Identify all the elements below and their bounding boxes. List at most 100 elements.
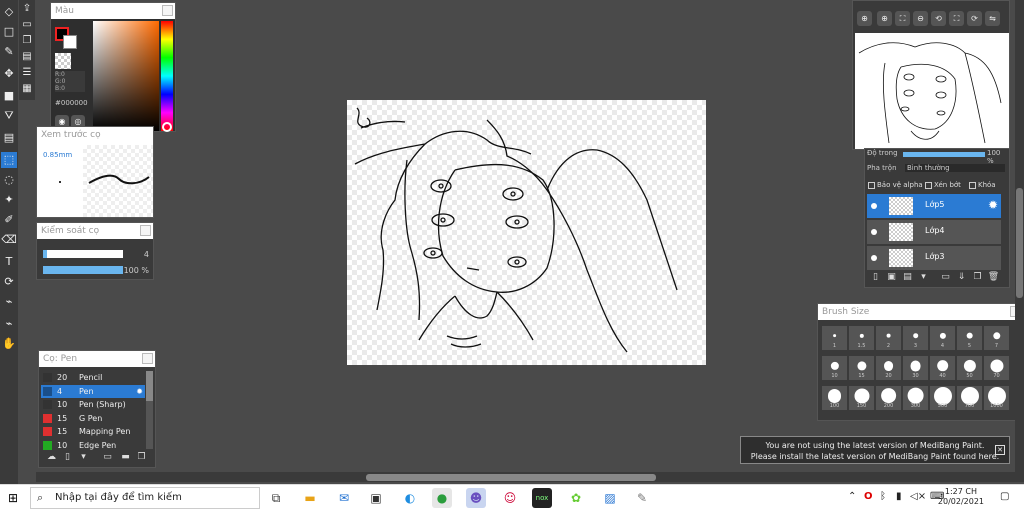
rotate-icon[interactable]: ⟲	[931, 11, 946, 26]
list-icon[interactable]: ☰	[20, 66, 34, 80]
reset-icon[interactable]: ⟳	[967, 11, 982, 26]
saturation-value-picker[interactable]	[93, 21, 159, 131]
navigator-thumbnail[interactable]	[855, 33, 1009, 149]
brush-size-option[interactable]: 2	[876, 326, 901, 350]
lasso-tool-icon[interactable]: ◌	[1, 172, 17, 188]
brush-size-slider[interactable]	[43, 250, 123, 258]
full-screen-icon[interactable]: ⛶	[949, 11, 964, 26]
tray-chevron-icon[interactable]: ⌃	[848, 491, 856, 502]
brush-duplicate-icon[interactable]: ❐	[135, 451, 148, 464]
horizontal-scroll-thumb[interactable]	[366, 474, 656, 481]
vertical-scroll-thumb[interactable]	[1016, 188, 1023, 298]
blend-mode-select[interactable]: Bình thường	[905, 164, 1005, 172]
grid-icon[interactable]: ▦	[20, 82, 34, 96]
windows-start-icon[interactable]: ⊞	[8, 491, 22, 505]
bucket-tool-icon[interactable]: ⛛	[1, 108, 17, 124]
paint-brush-app-icon[interactable]: ✎	[632, 488, 652, 508]
notice-close-icon[interactable]: ✕	[995, 445, 1005, 455]
brush-item[interactable]: 20 Pencil	[41, 371, 145, 384]
select-pen-tool-icon[interactable]: ✐	[1, 212, 17, 228]
eraser-tool-icon[interactable]: ◇	[1, 4, 17, 20]
paint-app-icon[interactable]: ✿	[566, 488, 586, 508]
zoom-in-alt-icon[interactable]: ⊕	[877, 11, 892, 26]
brush-size-option[interactable]: 200	[876, 386, 901, 410]
brush-size-option[interactable]: 10	[822, 356, 847, 380]
select-eraser-tool-icon[interactable]: ⌫	[1, 232, 17, 248]
layer-folder-icon[interactable]: ▭	[939, 271, 952, 284]
horizontal-scrollbar[interactable]	[36, 472, 1016, 482]
move-tool-icon[interactable]: ✥	[1, 66, 17, 82]
layer-item[interactable]: Lớp4	[867, 220, 1001, 244]
fill-rect-tool-icon[interactable]: ■	[1, 88, 17, 104]
layer-item[interactable]: Lớp5 ✹	[867, 194, 1001, 218]
brush-size-option[interactable]: 500	[930, 386, 955, 410]
brush-size-option[interactable]: 40	[930, 356, 955, 380]
color-panel-close-icon[interactable]	[162, 5, 173, 16]
brush-opacity-slider[interactable]	[43, 266, 123, 274]
brush-folder-open-icon[interactable]: ▬	[119, 451, 132, 464]
layer-visibility-icon[interactable]	[871, 255, 877, 261]
hue-slider[interactable]	[161, 21, 173, 131]
rectangle-tool-icon[interactable]: □	[1, 24, 17, 40]
brush-item[interactable]: 15 Mapping Pen	[41, 425, 145, 438]
vertical-scrollbar[interactable]	[1015, 0, 1024, 482]
layer-visibility-icon[interactable]	[871, 229, 877, 235]
delete-layer-icon[interactable]: 🗑	[987, 271, 1000, 284]
brush-size-option[interactable]: 700	[957, 386, 982, 410]
brush-item[interactable]: 15 G Pen	[41, 412, 145, 425]
chat-icon[interactable]: ▭	[20, 18, 34, 32]
layer-settings-icon[interactable]: ✹	[988, 198, 998, 212]
brush-item[interactable]: 10 Pen (Sharp)	[41, 398, 145, 411]
text-tool-icon[interactable]: T	[1, 254, 17, 270]
drawing-canvas[interactable]	[347, 100, 706, 365]
select-rect-tool-icon[interactable]: ⬚	[1, 152, 17, 168]
new-layer-icon[interactable]: ▯	[869, 271, 882, 284]
brush-size-option[interactable]: 100	[822, 386, 847, 410]
mail-icon[interactable]: ✉	[334, 488, 354, 508]
edge-icon[interactable]: ◐	[400, 488, 420, 508]
layer-visibility-icon[interactable]	[871, 203, 877, 209]
layer-menu-icon[interactable]: ▾	[917, 271, 930, 284]
volume-tray-icon[interactable]: ◁×	[910, 491, 926, 502]
battery-tray-icon[interactable]: ▮	[896, 491, 902, 502]
taskbar-search-input[interactable]: ⌕ Nhập tại đây để tìm kiếm	[30, 487, 260, 509]
flip-icon[interactable]: ⇋	[985, 11, 1000, 26]
store-icon[interactable]: ▣	[366, 488, 386, 508]
eyedropper-tool-icon[interactable]: ⌁	[1, 294, 17, 310]
brush-folder-icon[interactable]: ▭	[101, 451, 114, 464]
update-notice[interactable]: You are not using the latest version of …	[740, 436, 1010, 464]
medibang-app-icon[interactable]: ●	[432, 488, 452, 508]
game-app-icon[interactable]: ☺	[500, 488, 520, 508]
magic-wand-tool-icon[interactable]: ✦	[1, 192, 17, 208]
layer-duplicate-icon[interactable]: ❐	[971, 271, 984, 284]
app-avatar-icon[interactable]: ☻	[466, 488, 486, 508]
brush-size-option[interactable]: 1	[822, 326, 847, 350]
brush-size-option[interactable]: 300	[903, 386, 928, 410]
file-explorer-icon[interactable]: ▬	[300, 488, 320, 508]
photos-app-icon[interactable]: ▨	[600, 488, 620, 508]
brush-size-option[interactable]: 7	[984, 326, 1009, 350]
brush-size-option[interactable]: 50	[957, 356, 982, 380]
brush-control-close-icon[interactable]	[140, 225, 151, 236]
brush-size-option[interactable]: 3	[903, 326, 928, 350]
hand-tool-icon[interactable]: ✋	[1, 336, 17, 352]
brush-size-option[interactable]: 150	[849, 386, 874, 410]
opera-tray-icon[interactable]: O	[864, 491, 873, 502]
notification-icon[interactable]: ▢	[1000, 491, 1009, 502]
brush-size-option[interactable]: 4	[930, 326, 955, 350]
bluetooth-tray-icon[interactable]: ᛒ	[880, 491, 886, 502]
brush-list-scrollbar[interactable]	[146, 371, 153, 449]
hue-knob[interactable]	[162, 122, 172, 132]
brush-settings-icon[interactable]: ✹	[136, 385, 143, 398]
operation-tool-icon[interactable]: ⟳	[1, 274, 17, 290]
layer-item[interactable]: Lớp3	[867, 246, 1001, 270]
brush-size-option[interactable]: 20	[876, 356, 901, 380]
brush-size-option[interactable]: 15	[849, 356, 874, 380]
brush-tool-icon[interactable]: ✎	[1, 44, 17, 60]
upload-icon[interactable]: ⇪	[20, 2, 34, 16]
brush-size-option[interactable]: 1.5	[849, 326, 874, 350]
fit-icon[interactable]: ⛶	[895, 11, 910, 26]
hex-value[interactable]: #000000	[55, 99, 88, 107]
brush-size-option[interactable]: 1000	[984, 386, 1009, 410]
brush-panel-close-icon[interactable]	[142, 353, 153, 364]
